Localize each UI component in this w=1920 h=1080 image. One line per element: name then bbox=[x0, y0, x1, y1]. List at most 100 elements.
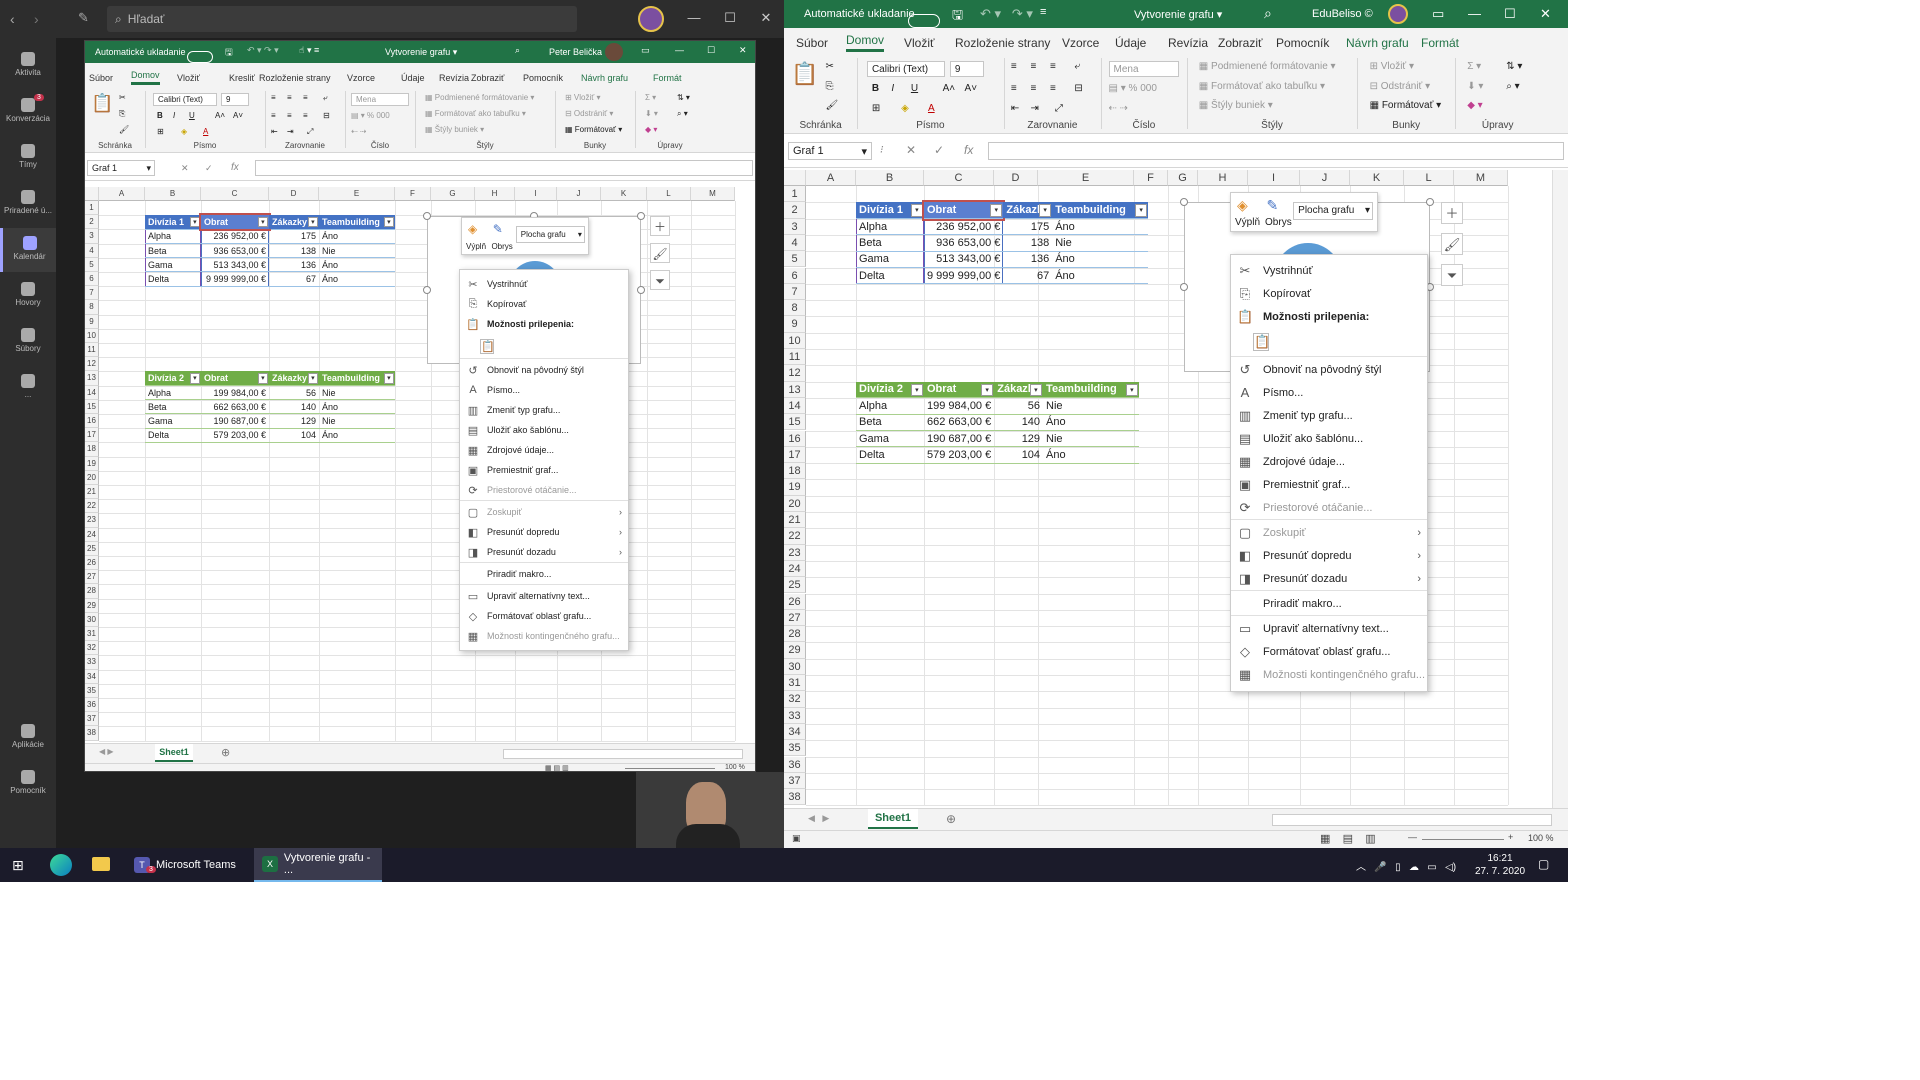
row-header-28[interactable]: 28 bbox=[784, 626, 806, 643]
row-header-23[interactable]: 23 bbox=[784, 544, 806, 561]
filter-dropdown-icon[interactable]: ▾ bbox=[1038, 204, 1052, 217]
maximize-icon[interactable]: ☐ bbox=[707, 45, 715, 56]
align-right-icon[interactable]: ≡ bbox=[303, 111, 308, 120]
cond-format-button[interactable]: ▦ Podmienené formátovanie ▾ bbox=[1199, 61, 1336, 72]
menu-item-3[interactable]: 📋 bbox=[460, 334, 628, 358]
tab-11[interactable]: Formát bbox=[653, 73, 682, 85]
italic-icon[interactable]: I bbox=[173, 111, 175, 120]
table-cell[interactable]: 662 663,00 € bbox=[201, 399, 269, 415]
menu-item-4[interactable]: ↺ Obnoviť na pôvodný štýl bbox=[1231, 358, 1427, 381]
resize-handle[interactable] bbox=[1180, 283, 1188, 291]
table-cell[interactable]: 175 bbox=[269, 229, 319, 245]
table-header-cell[interactable]: Divízia 1 ▾ bbox=[145, 215, 201, 230]
select-all-corner[interactable] bbox=[85, 187, 99, 201]
undo-icon[interactable]: ↶ ▾ ↷ ▾ bbox=[247, 45, 279, 56]
menu-item-0[interactable]: ✂ Vystrihnúť bbox=[1231, 259, 1427, 282]
back-icon[interactable]: ‹ bbox=[10, 11, 15, 27]
row-header-15[interactable]: 15 bbox=[784, 414, 806, 431]
file-explorer-icon[interactable] bbox=[92, 857, 110, 871]
rail-item-1[interactable]: 3 Konverzácia bbox=[0, 90, 56, 134]
menu-item-8[interactable]: ▦ Zdrojové údaje... bbox=[460, 440, 628, 460]
row-header-20[interactable]: 20 bbox=[784, 495, 806, 512]
font-size-select[interactable]: 9 bbox=[221, 93, 249, 106]
table-cell[interactable]: Áno bbox=[319, 257, 395, 273]
table2[interactable]: Divízia 2 ▾ Obrat ▾ Zákazky ▾ Teambuilding ▾ Alp… bbox=[145, 371, 395, 443]
row-header-16[interactable]: 16 bbox=[85, 414, 99, 429]
column-header-C[interactable]: C bbox=[924, 170, 994, 186]
row-header-19[interactable]: 19 bbox=[85, 456, 99, 471]
column-header-J[interactable]: J bbox=[557, 187, 601, 201]
column-header-C[interactable]: C bbox=[201, 187, 269, 201]
tab-2[interactable]: Vložiť bbox=[904, 36, 935, 52]
ribbon-display-icon[interactable]: ▭ bbox=[1432, 6, 1444, 22]
horizontal-scrollbar[interactable] bbox=[503, 749, 743, 759]
align-middle-icon[interactable]: ≡ bbox=[1030, 61, 1036, 72]
table-cell[interactable]: Nie bbox=[1043, 397, 1140, 415]
table-cell[interactable]: 136 bbox=[1003, 251, 1053, 268]
row-header-31[interactable]: 31 bbox=[784, 675, 806, 692]
row-header-29[interactable]: 29 bbox=[85, 598, 99, 613]
table2[interactable]: Divízia 2 ▾ Obrat ▾ Zákazky ▾ Teambuilding ▾ Alp… bbox=[856, 381, 1140, 464]
align-bottom-icon[interactable]: ≡ bbox=[303, 93, 308, 102]
table-cell[interactable]: Gama bbox=[856, 251, 924, 268]
tab-0[interactable]: Súbor bbox=[796, 36, 828, 52]
indent-icon[interactable]: ⇤ bbox=[271, 127, 278, 136]
filter-dropdown-icon[interactable]: ▾ bbox=[1134, 204, 1148, 217]
chart-element-select[interactable]: Plocha grafu ▾ bbox=[515, 226, 585, 244]
filter-dropdown-icon[interactable]: ▾ bbox=[1125, 383, 1139, 396]
select-all-corner[interactable] bbox=[784, 170, 806, 186]
align-right-icon[interactable]: ≡ bbox=[1050, 83, 1056, 94]
table-cell[interactable]: Nie bbox=[319, 385, 395, 401]
row-header-27[interactable]: 27 bbox=[85, 570, 99, 585]
row-header-30[interactable]: 30 bbox=[85, 612, 99, 627]
cut-icon[interactable]: ✂ bbox=[119, 93, 126, 102]
vertical-scrollbar[interactable] bbox=[1552, 170, 1568, 808]
menu-item-9[interactable]: ▣ Premiestniť graf... bbox=[460, 460, 628, 480]
zoom-in-icon[interactable]: + bbox=[1508, 832, 1513, 842]
row-header-27[interactable]: 27 bbox=[784, 609, 806, 627]
filter-dropdown-icon[interactable]: ▾ bbox=[383, 217, 394, 228]
table-cell[interactable]: Gama bbox=[856, 430, 924, 448]
decimal-icon[interactable]: ⇠ ⇢ bbox=[351, 127, 367, 136]
column-header-B[interactable]: B bbox=[145, 187, 201, 201]
row-header-5[interactable]: 5 bbox=[85, 257, 99, 272]
row-header-32[interactable]: 32 bbox=[85, 641, 99, 656]
indent-icon[interactable]: ⇤ bbox=[1011, 103, 1019, 114]
format-table-button[interactable]: ▦ Formátovať ako tabuľku ▾ bbox=[1199, 81, 1325, 92]
row-header-21[interactable]: 21 bbox=[784, 512, 806, 529]
cond-format-button[interactable]: ▦ Podmienené formátovanie ▾ bbox=[425, 93, 534, 102]
worksheet-grid[interactable]: A B C D E F G H I J K L M 1 2 3 4 5 6 7 8 9 10 11 12 13 14 15 16 17 18… bbox=[85, 187, 745, 743]
menu-item-15[interactable]: ▭ Upraviť alternatívny text... bbox=[460, 586, 628, 606]
taskbar-item-0[interactable]: T Microsoft Teams 3 bbox=[126, 848, 250, 882]
column-header-M[interactable]: M bbox=[691, 187, 735, 201]
column-header-L[interactable]: L bbox=[647, 187, 691, 201]
menu-item-6[interactable]: ▥ Zmeniť typ grafu... bbox=[1231, 404, 1427, 427]
row-header-17[interactable]: 17 bbox=[784, 446, 806, 464]
decimal-icon[interactable]: ⇠ ⇢ bbox=[1109, 103, 1129, 114]
column-header-I[interactable]: I bbox=[1248, 170, 1300, 186]
table-cell[interactable]: Nie bbox=[319, 243, 395, 259]
row-header-1[interactable]: 1 bbox=[784, 186, 806, 203]
orientation-icon[interactable]: ⤢ bbox=[307, 127, 313, 137]
row-header-31[interactable]: 31 bbox=[85, 627, 99, 642]
align-top-icon[interactable]: ≡ bbox=[1011, 61, 1017, 72]
tab-6[interactable]: Revízia bbox=[1168, 36, 1208, 52]
table-cell[interactable]: 129 bbox=[269, 413, 319, 429]
row-header-30[interactable]: 30 bbox=[784, 658, 806, 675]
chart-filters-icon[interactable]: ⏷ bbox=[650, 270, 670, 290]
tab-2[interactable]: Vložiť bbox=[177, 73, 200, 85]
avatar[interactable] bbox=[605, 43, 623, 61]
table-cell[interactable]: Áno bbox=[1052, 267, 1149, 285]
row-header-11[interactable]: 11 bbox=[784, 349, 806, 366]
format-table-button[interactable]: ▦ Formátovať ako tabuľku ▾ bbox=[425, 109, 526, 118]
table-cell[interactable]: 513 343,00 € bbox=[924, 251, 1004, 268]
name-box[interactable]: Graf 1 ▾ bbox=[788, 142, 872, 160]
view-normal-icon[interactable]: ▦ ▤ ▥ bbox=[1320, 832, 1376, 845]
menu-item-2[interactable]: 📋 Možnosti prilepenia: bbox=[1231, 305, 1427, 328]
avatar[interactable] bbox=[638, 6, 664, 32]
tab-10[interactable]: Návrh grafu bbox=[581, 73, 628, 85]
filter-dropdown-icon[interactable]: ▾ bbox=[189, 373, 200, 384]
menu-item-9[interactable]: ▣ Premiestniť graf... bbox=[1231, 473, 1427, 496]
table1[interactable]: Divízia 1 ▾ Obrat ▾ Zákazky ▾ Teambuilding ▾ Alp… bbox=[856, 200, 1149, 285]
column-header-J[interactable]: J bbox=[1300, 170, 1350, 186]
